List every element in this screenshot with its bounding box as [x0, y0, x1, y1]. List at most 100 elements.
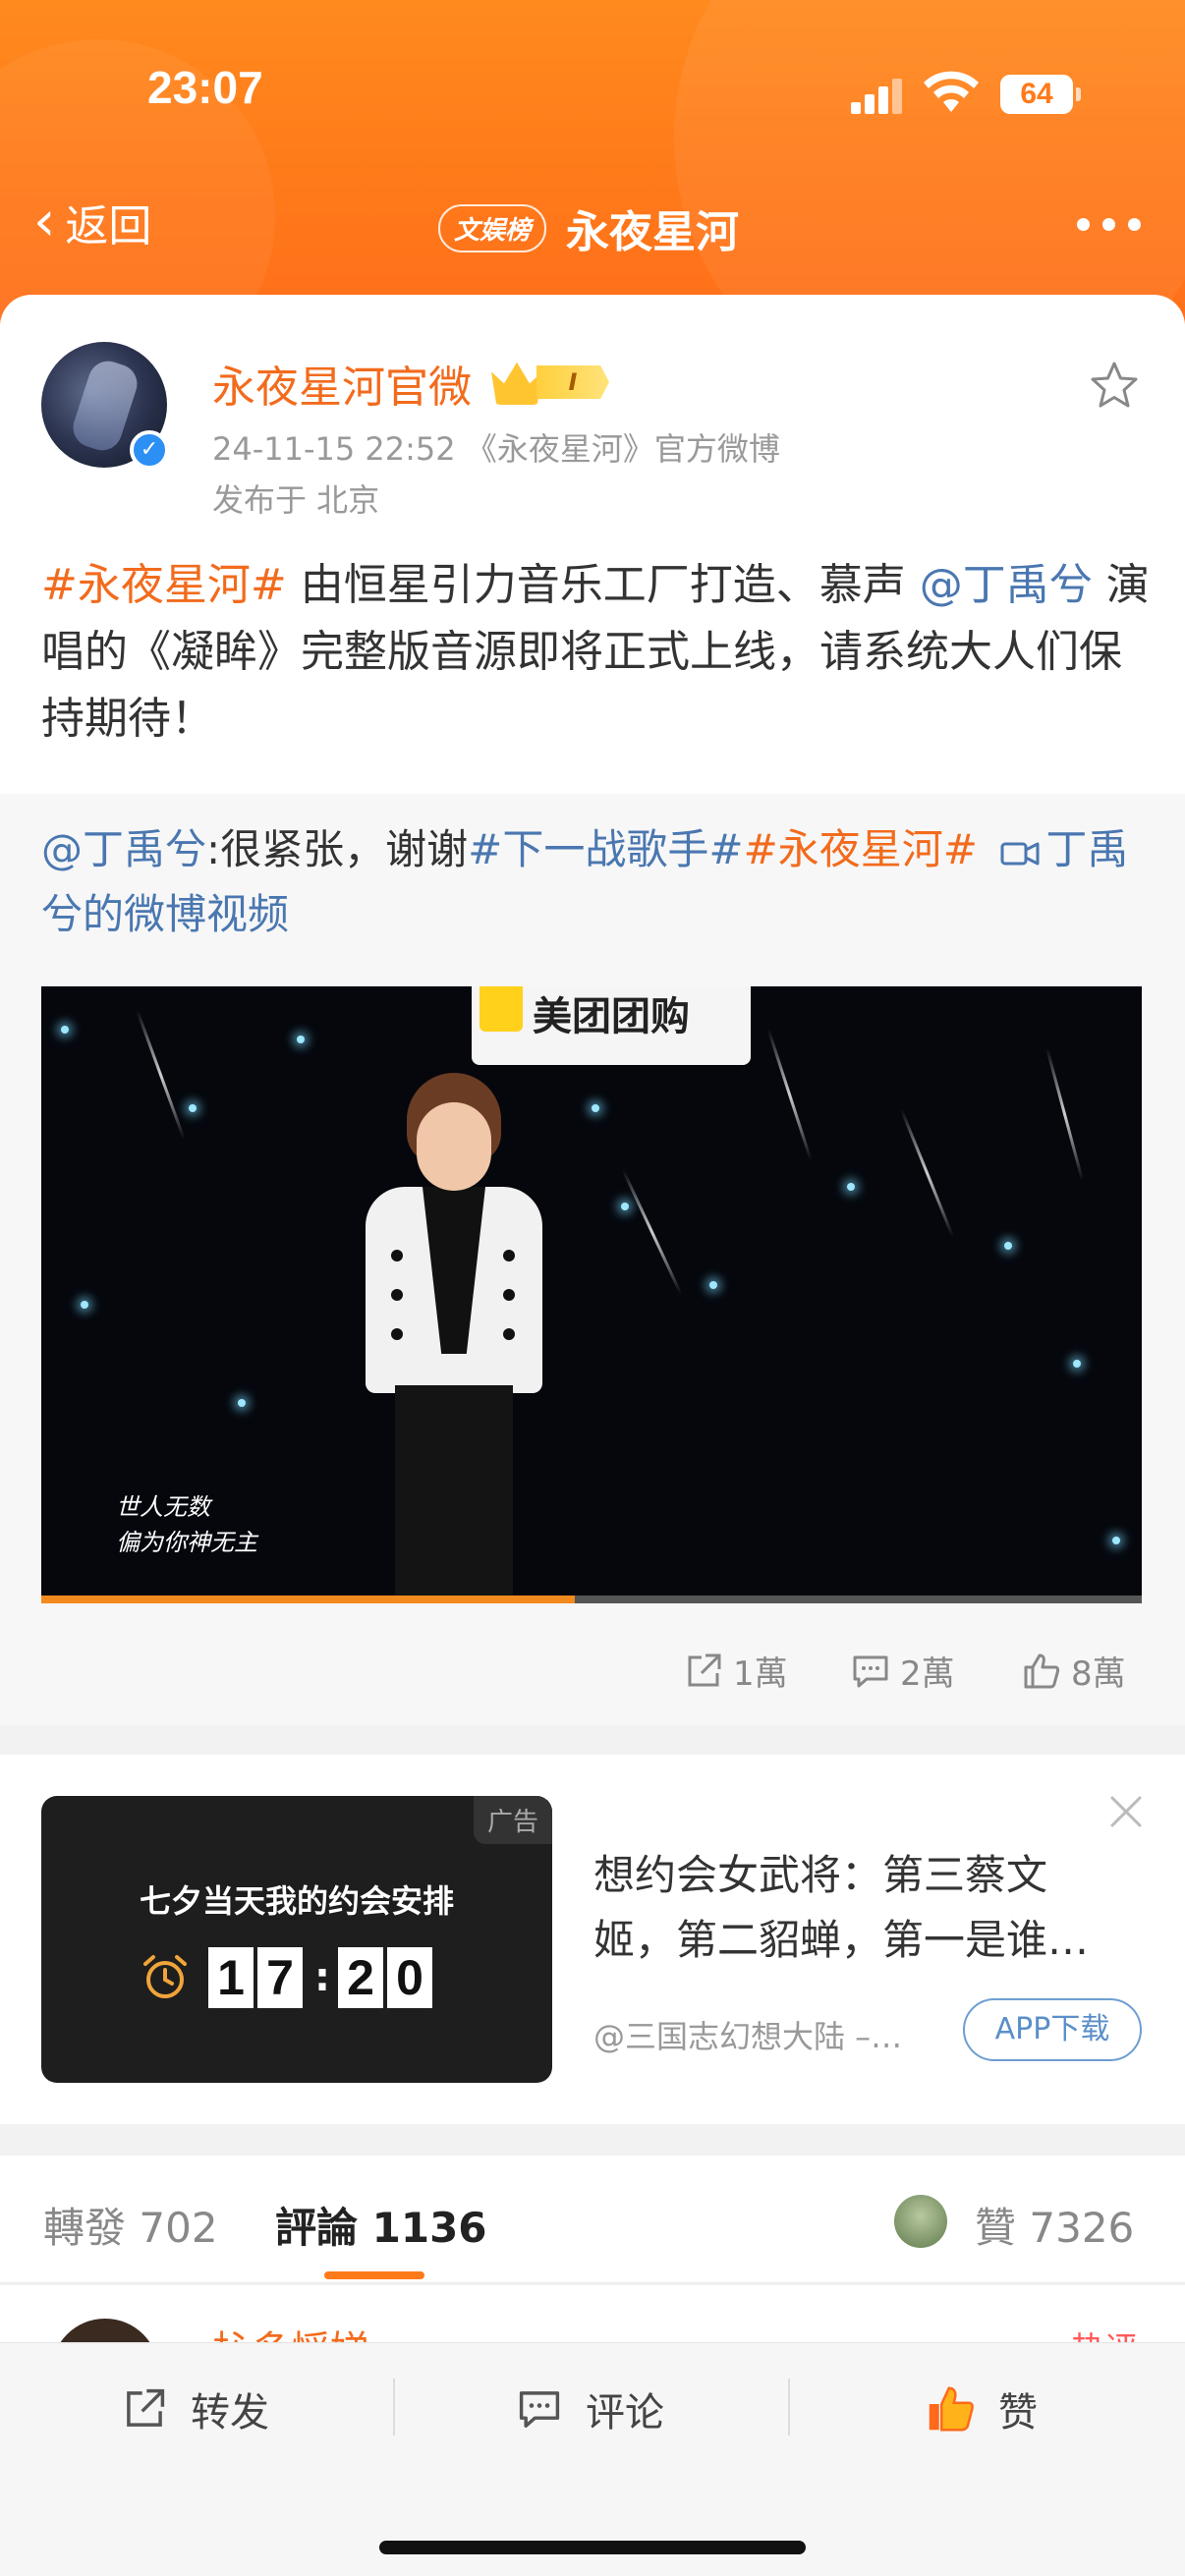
favorite-star-icon[interactable]	[1089, 360, 1140, 411]
stage-star	[297, 1036, 305, 1043]
tab-count: 702	[139, 2204, 218, 2252]
post-meta: 24-11-15 22:52 《永夜星河》官方微博	[212, 424, 780, 470]
ad-source: @三国志幻想大陆 –…	[593, 2018, 903, 2055]
post-timestamp: 24-11-15 22:52	[212, 430, 456, 468]
stage-light	[136, 1009, 186, 1141]
tab-label: 贊	[975, 2204, 1017, 2252]
thumbs-up-icon	[1024, 1653, 1060, 1688]
mention-link[interactable]: @丁禹兮	[41, 825, 206, 873]
crown-icon	[491, 362, 542, 405]
clock-digit: 1	[208, 1947, 254, 2008]
divider	[788, 2379, 790, 2436]
video-player[interactable]: 美团团购 世人无数 偏为你神无主	[41, 986, 1142, 1603]
repost-body: @丁禹兮:很紧张，谢谢#下一战歌手##永夜星河# 丁禹兮的微博视频	[41, 817, 1152, 947]
active-tab-indicator	[324, 2271, 424, 2279]
like-button-label: 赞	[998, 2390, 1038, 2436]
tab-label: 轉發	[43, 2204, 127, 2252]
hashtag-link[interactable]: #下一战歌手#	[468, 825, 743, 873]
post-source: 《永夜星河》官方微博	[465, 430, 780, 468]
tab-label: 評論	[275, 2204, 359, 2252]
stage-star	[61, 1026, 69, 1034]
comment-button[interactable]: 评论	[517, 2380, 664, 2437]
repost-count: 1萬	[733, 1654, 788, 1694]
stage-star	[847, 1183, 855, 1191]
clock-digit: 0	[387, 1947, 432, 2008]
tab-count: 1136	[371, 2204, 487, 2252]
chevron-left-icon: ‹	[33, 190, 56, 253]
clock-digit: 2	[338, 1947, 383, 2008]
stage-star	[81, 1301, 88, 1309]
nav-title-group[interactable]: 文娱榜 永夜星河	[438, 196, 739, 259]
tab-comments[interactable]: 評論 1136	[275, 2195, 487, 2255]
post-body: #永夜星河# 由恒星引力音乐工厂打造、慕声 @丁禹兮 演唱的《凝眸》完整版音源即…	[41, 552, 1152, 753]
repost-count-button[interactable]: 1萬	[684, 1647, 788, 1695]
subtitle-line: 世人无数	[116, 1493, 210, 1521]
stage-star	[709, 1281, 717, 1289]
hot-comment-badge: 热评	[1071, 2323, 1138, 2344]
share-icon	[127, 2388, 165, 2427]
singer-figure	[336, 1073, 572, 1603]
post-text-segment: 由恒星引力音乐工厂打造、慕声	[286, 560, 920, 610]
stage-star	[189, 1104, 197, 1112]
stage-light	[766, 1028, 813, 1161]
stage-light	[621, 1168, 683, 1296]
stage-star	[592, 1104, 599, 1112]
back-button[interactable]: ‹ 返回	[33, 193, 151, 252]
repost-button-label: 转发	[191, 2390, 269, 2436]
stage-star	[238, 1399, 246, 1407]
comment-button-label: 评论	[586, 2390, 664, 2436]
stage-star	[621, 1203, 629, 1210]
status-time: 23:07	[147, 62, 263, 113]
commenter-name[interactable]: 杺多慆娣	[212, 2319, 369, 2344]
mention-link[interactable]: @丁禹兮	[920, 560, 1093, 610]
tab-reposts[interactable]: 轉發 702	[43, 2195, 218, 2255]
commenter-avatar[interactable]	[51, 2319, 159, 2344]
repost-button[interactable]: 转发	[122, 2380, 269, 2437]
hashtag-link[interactable]: #永夜星河#	[744, 825, 978, 873]
ad-image[interactable]: 广告 七夕当天我的约会安排 17:20	[41, 1796, 552, 2083]
repost-text-segment: :很紧张，谢谢	[206, 825, 469, 873]
like-count-button[interactable]: 8萬	[1022, 1647, 1126, 1695]
tab-count: 7326	[1029, 2204, 1135, 2252]
vip-crown-badge[interactable]: I	[491, 358, 609, 405]
header-decoration	[674, 0, 1185, 324]
clock-colon: :	[314, 1955, 330, 2000]
ad-image-heading: 七夕当天我的约会安排	[139, 1882, 454, 1920]
subtitle-line: 偏为你神无主	[116, 1529, 257, 1556]
video-progress-fill	[41, 1596, 576, 1603]
more-options-icon[interactable]	[1077, 218, 1142, 232]
sponsor-logo	[480, 986, 523, 1032]
verified-icon: ✓	[130, 430, 169, 470]
author-name[interactable]: 永夜星河官微	[212, 352, 472, 415]
liker-avatar	[894, 2195, 947, 2248]
like-button[interactable]: 赞	[926, 2380, 1038, 2437]
back-label: 返回	[65, 201, 152, 252]
comment-count-button[interactable]: 2萬	[851, 1647, 955, 1695]
ad-clock: 17:20	[140, 1947, 436, 2008]
comment-item[interactable]: 杺多慆娣 热评	[0, 2285, 1185, 2344]
comment-icon	[853, 1655, 888, 1687]
entertainment-list-badge: 文娱榜	[438, 203, 547, 252]
rank-label: I	[536, 365, 609, 399]
home-indicator	[379, 2541, 806, 2554]
close-icon[interactable]	[1108, 1794, 1144, 1829]
alarm-clock-icon	[143, 1955, 187, 1998]
thumbs-up-filled-icon	[929, 2386, 974, 2432]
wifi-icon	[924, 71, 979, 112]
nav-title: 永夜星河	[566, 207, 740, 257]
sponsor-text: 美团团购	[533, 994, 690, 1039]
battery-indicator: 64	[1000, 75, 1081, 114]
tab-likes[interactable]: 贊 7326	[975, 2195, 1134, 2255]
top-header: 23:07 64 ‹ 返回 文娱榜 永夜星河	[0, 0, 1185, 324]
ad-label: 广告	[473, 1796, 552, 1844]
post-location: 发布于 北京	[212, 481, 380, 519]
app-download-button[interactable]: APP下载	[963, 1998, 1142, 2061]
hashtag-link[interactable]: #永夜星河#	[41, 560, 287, 610]
video-progress-bar[interactable]	[41, 1596, 1142, 1603]
comment-icon	[519, 2391, 560, 2428]
stage-star	[1112, 1537, 1120, 1544]
repost-stats: 1萬 2萬 8萬	[0, 1647, 1185, 1706]
stage-light	[899, 1108, 955, 1238]
video-link-icon	[1000, 842, 1040, 866]
ad-title[interactable]: 想约会女武将：第三蔡文姬，第二貂蝉，第一是谁…	[593, 1843, 1124, 1973]
